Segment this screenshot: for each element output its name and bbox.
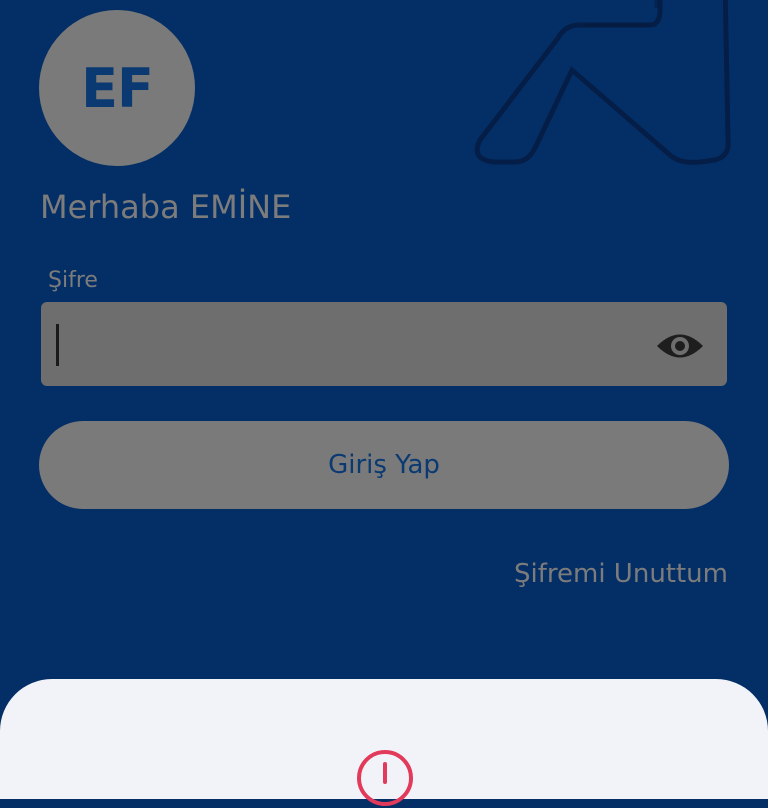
user-avatar: EF — [39, 10, 195, 166]
alert-circle-icon — [357, 750, 413, 806]
login-button[interactable]: Giriş Yap — [39, 421, 729, 509]
password-input[interactable] — [55, 302, 649, 388]
brand-logo — [474, 0, 731, 165]
avatar-initials: EF — [81, 56, 154, 120]
password-field[interactable] — [41, 302, 727, 388]
eye-icon[interactable] — [655, 325, 705, 367]
greeting-text: Merhaba EMİNE — [40, 188, 292, 226]
text-caret — [56, 324, 59, 366]
password-label: Şifre — [48, 268, 98, 293]
forgot-password-link[interactable]: Şifremi Unuttum — [514, 559, 728, 589]
